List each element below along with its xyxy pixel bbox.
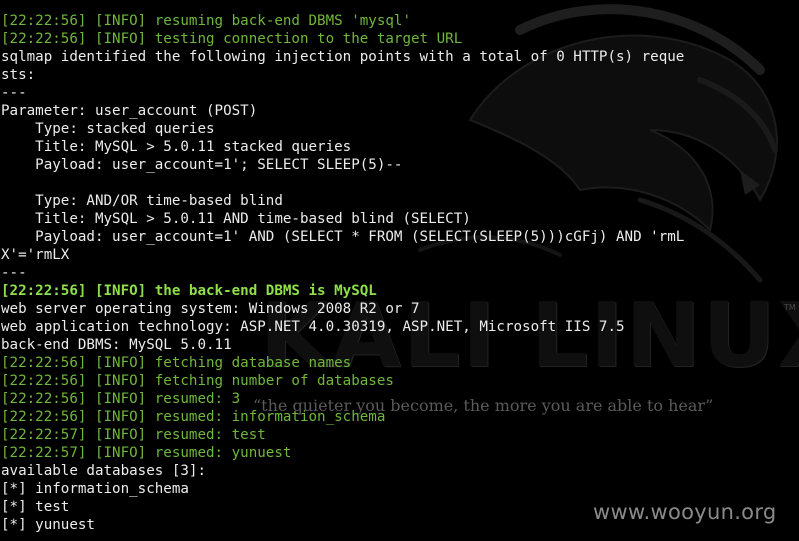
- terminal-line: Type: AND/OR time-based blind: [1, 193, 283, 209]
- terminal-line: Parameter: user_account (POST): [1, 103, 258, 119]
- terminal-line: [22:22:56] [INFO] fetching database name…: [1, 355, 352, 371]
- terminal-output[interactable]: [22:22:56] [INFO] resuming back-end DBMS…: [1, 12, 684, 534]
- terminal-window[interactable]: KALI LINUX TM “the quieter you become, t…: [0, 0, 799, 541]
- terminal-line: ---: [1, 85, 27, 101]
- terminal-line: [22:22:57] [INFO] resumed: test: [1, 427, 266, 443]
- terminal-line: [22:22:56] [INFO] the back-end DBMS is M…: [1, 283, 377, 299]
- terminal-line: [22:22:56] [INFO] testing connection to …: [1, 31, 463, 47]
- terminal-line: sqlmap identified the following injectio…: [1, 49, 685, 65]
- trademark-mark: TM: [784, 303, 796, 312]
- terminal-line: [22:22:56] [INFO] resumed: 3: [1, 391, 241, 407]
- terminal-line: sts:: [1, 67, 36, 83]
- terminal-line: ---: [1, 265, 27, 281]
- terminal-line: [22:22:56] [INFO] fetching number of dat…: [1, 373, 394, 389]
- terminal-line: web application technology: ASP.NET 4.0.…: [1, 319, 625, 335]
- terminal-line: Payload: user_account=1' AND (SELECT * F…: [1, 229, 685, 245]
- terminal-line: Title: MySQL > 5.0.11 AND time-based bli…: [1, 211, 471, 227]
- terminal-line: [*] information_schema: [1, 481, 189, 497]
- terminal-line: [*] yunuest: [1, 517, 95, 533]
- terminal-line: Payload: user_account=1'; SELECT SLEEP(5…: [1, 157, 403, 173]
- terminal-line: [22:22:56] [INFO] resumed: information_s…: [1, 409, 386, 425]
- terminal-line: back-end DBMS: MySQL 5.0.11: [1, 337, 232, 353]
- terminal-line: [*] test: [1, 499, 70, 515]
- terminal-line: web server operating system: Windows 200…: [1, 301, 420, 317]
- terminal-line: available databases [3]:: [1, 463, 206, 479]
- terminal-line: X'='rmLX: [1, 247, 70, 263]
- terminal-line: Title: MySQL > 5.0.11 stacked queries: [1, 139, 352, 155]
- terminal-line: Type: stacked queries: [1, 121, 215, 137]
- terminal-line: [22:22:57] [INFO] resumed: yunuest: [1, 445, 292, 461]
- terminal-line: [22:22:56] [INFO] resuming back-end DBMS…: [1, 13, 411, 29]
